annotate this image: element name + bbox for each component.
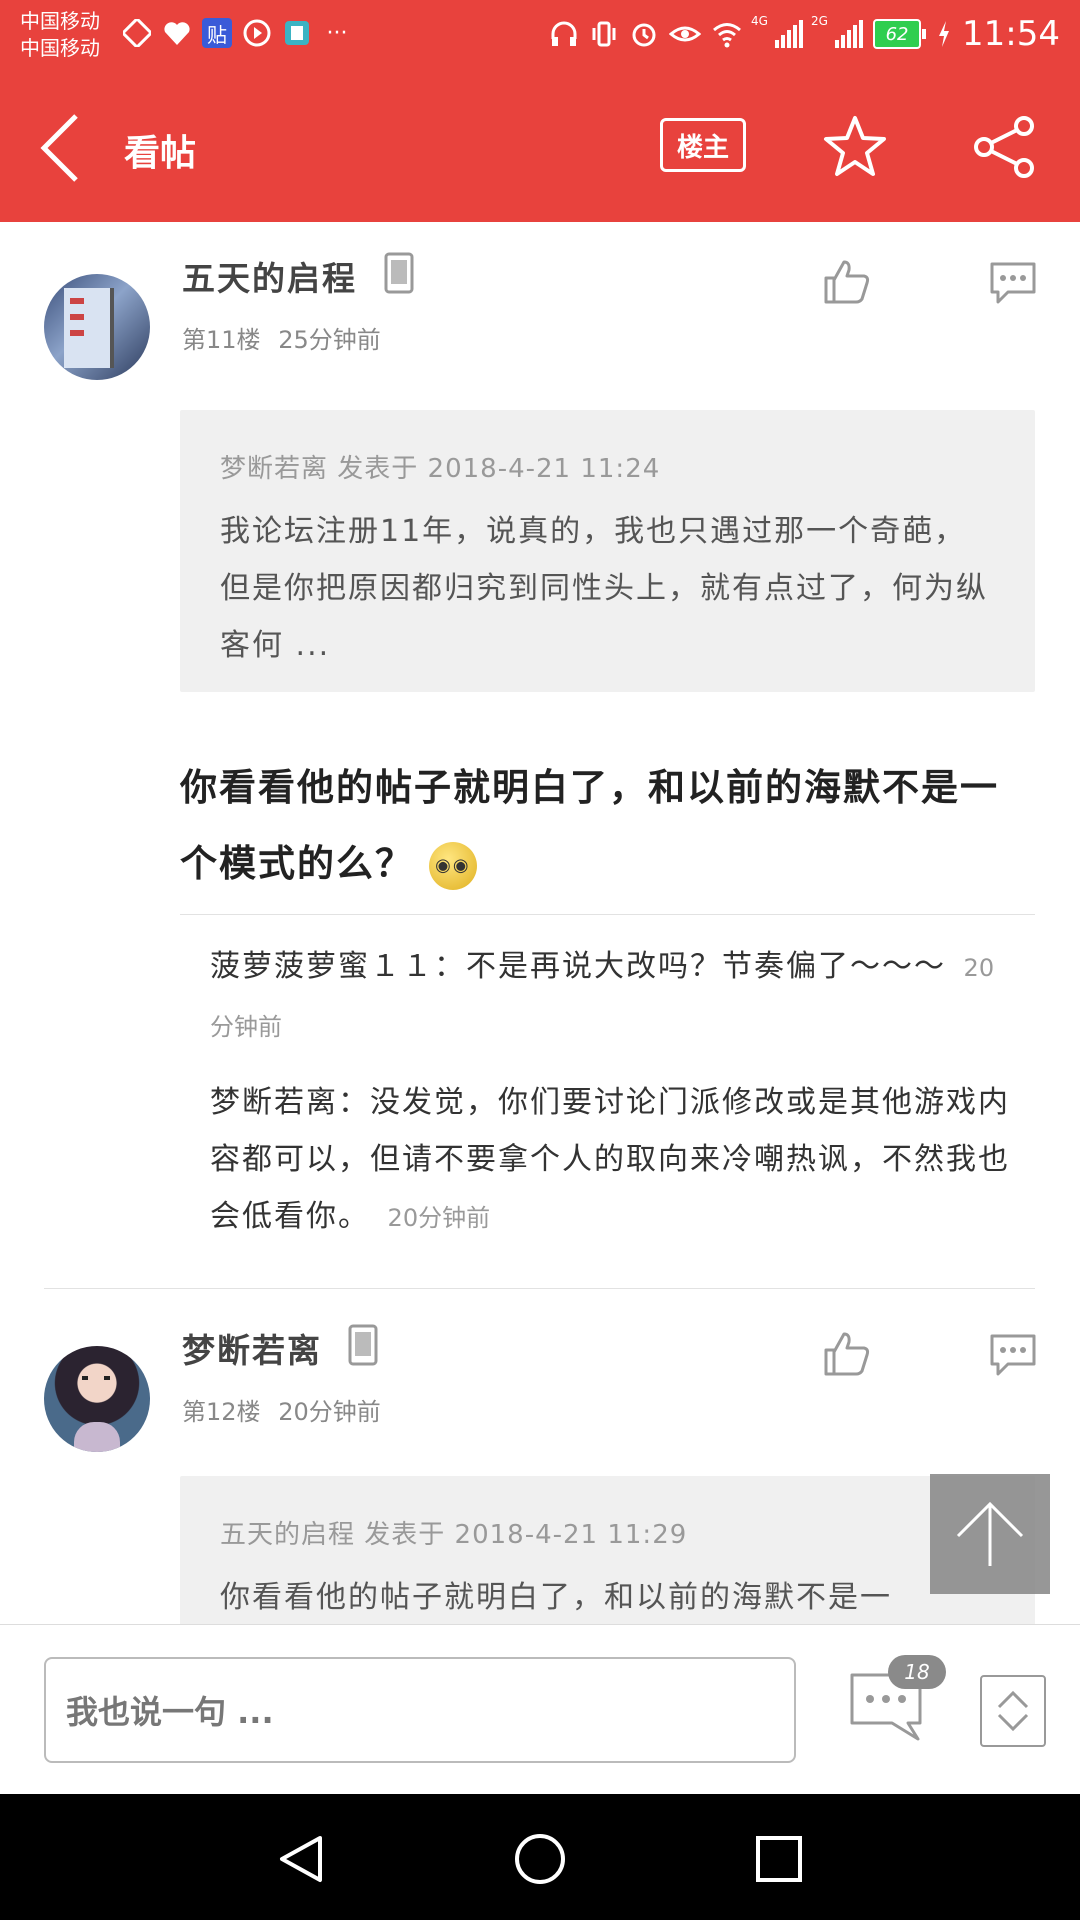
battery-icon: 62 xyxy=(873,19,927,49)
like-button[interactable] xyxy=(822,1330,872,1376)
post-time: 20分钟前 xyxy=(278,1398,381,1426)
more-dots-icon: ··· xyxy=(326,20,348,46)
quoted-post: 梦断若离 发表于 2018-4-21 11:24 我论坛注册11年，说真的，我也… xyxy=(180,410,1035,692)
thumbs-up-icon xyxy=(824,260,870,304)
reply-button[interactable] xyxy=(988,1332,1038,1378)
heart-health-icon xyxy=(162,18,192,48)
charging-icon xyxy=(939,21,950,47)
system-nav-bar xyxy=(0,1794,1080,1920)
author-name[interactable]: 五天的启程 xyxy=(182,252,357,300)
thread-content: 五天的启程 第11楼 25分钟前 梦断若离 发表于 2018-4-21 11:2… xyxy=(0,222,1080,1624)
wifi-icon xyxy=(713,23,741,48)
favorite-button[interactable] xyxy=(822,114,888,180)
mobile-device-icon xyxy=(384,252,414,294)
headphones-icon xyxy=(551,21,577,46)
network-type-2: 2G xyxy=(811,14,828,28)
sub-reply[interactable]: 菠萝菠萝蜜１１：不是再说大改吗？节奏偏了～～～ 20分钟前 xyxy=(210,938,1010,1056)
floor-number: 第12楼 xyxy=(182,1398,261,1426)
dazed-face-emoji-icon: ◉◉ xyxy=(428,841,477,890)
eye-comfort-icon xyxy=(669,26,702,42)
reply-button[interactable] xyxy=(988,260,1038,306)
post-time: 25分钟前 xyxy=(278,326,381,354)
nav-home-button[interactable] xyxy=(513,1832,567,1886)
sub-reply-text: 梦断若离：没发觉，你们要讨论门派修改或是其他游戏内容都可以，但请不要拿个人的取向… xyxy=(210,1085,1010,1234)
app-bar: 看帖 楼主 xyxy=(0,76,1080,222)
circle-home-icon xyxy=(515,1834,565,1884)
signal-2g-icon: 2G xyxy=(811,14,864,48)
status-bar: 中国移动 中国移动 贴 ··· 4G 2G 62 11:54 xyxy=(0,0,1080,76)
battery-level: 62 xyxy=(873,19,922,49)
clock: 11:54 xyxy=(962,14,1060,54)
post-meta: 第12楼 20分钟前 xyxy=(182,1392,381,1427)
nav-recents-button[interactable] xyxy=(752,1832,806,1886)
chevron-left-icon xyxy=(40,114,78,182)
star-icon xyxy=(824,116,886,176)
arrow-up-icon xyxy=(956,1501,1024,1566)
quote-text: 我论坛注册11年，说真的，我也只遇过那一个奇葩，但是你把原因都归究到同性头上，就… xyxy=(220,514,988,663)
reply-input-placeholder: 我也说一句 ... xyxy=(66,1693,274,1731)
sub-reply-list: 菠萝菠萝蜜１１：不是再说大改吗？节奏偏了～～～ 20分钟前 梦断若离：没发觉，你… xyxy=(210,938,1010,1265)
comment-icon xyxy=(990,1334,1036,1376)
post-body: 你看看他的帖子就明白了，和以前的海默不是一个模式的么？ ◉◉ xyxy=(180,750,1020,902)
chevron-up-icon xyxy=(997,1690,1029,1709)
quote-text: 你看看他的帖子就明白了，和以前的海默不是一 xyxy=(220,1580,892,1615)
mobile-device-icon xyxy=(348,1324,378,1366)
avatar[interactable] xyxy=(44,1346,150,1452)
transit-icon xyxy=(122,18,152,48)
floor-navigation-button[interactable] xyxy=(980,1675,1046,1747)
nav-back-button[interactable] xyxy=(274,1832,328,1886)
comment-icon xyxy=(990,262,1036,304)
play-icon xyxy=(242,18,272,48)
signal-4g-icon: 4G xyxy=(751,14,804,48)
vibrate-icon xyxy=(592,21,616,47)
post-body-text: 你看看他的帖子就明白了，和以前的海默不是一个模式的么？ xyxy=(180,766,999,885)
scroll-to-top-button[interactable] xyxy=(930,1474,1050,1594)
quoted-post: 五天的启程 发表于 2018-4-21 11:29 你看看他的帖子就明白了，和以… xyxy=(180,1476,1035,1624)
alarm-icon xyxy=(632,23,656,47)
sub-reply-text: 菠萝菠萝蜜１１：不是再说大改吗？节奏偏了～～～ xyxy=(210,949,946,984)
post-floor-12: 梦断若离 第12楼 20分钟前 五天的启程 发表于 2018-4-21 11:2… xyxy=(0,1290,1080,1624)
back-button[interactable] xyxy=(36,110,86,186)
divider xyxy=(180,914,1035,915)
share-button[interactable] xyxy=(972,114,1038,180)
comment-count-badge: 18 xyxy=(888,1655,946,1689)
chevron-down-icon xyxy=(997,1713,1029,1732)
network-type-1: 4G xyxy=(751,14,768,28)
thumbs-up-icon xyxy=(824,1332,870,1376)
divider xyxy=(44,1288,1035,1289)
op-only-button[interactable]: 楼主 xyxy=(660,118,746,172)
quote-header: 五天的启程 发表于 2018-4-21 11:29 xyxy=(220,1520,688,1550)
system-status: 4G 2G 62 11:54 xyxy=(549,14,1060,54)
square-recents-icon xyxy=(756,1836,802,1882)
notification-icons: 贴 ··· xyxy=(122,18,352,48)
carrier-1: 中国移动 xyxy=(20,9,100,33)
sub-reply-time: 20分钟前 xyxy=(387,1204,491,1232)
post-floor-11: 五天的启程 第11楼 25分钟前 梦断若离 发表于 2018-4-21 11:2… xyxy=(0,222,1080,1290)
author-name[interactable]: 梦断若离 xyxy=(182,1324,322,1372)
carrier-2: 中国移动 xyxy=(20,36,100,60)
sub-reply[interactable]: 梦断若离：没发觉，你们要讨论门派修改或是其他游戏内容都可以，但请不要拿个人的取向… xyxy=(210,1074,1010,1247)
avatar[interactable] xyxy=(44,274,150,380)
triangle-back-icon xyxy=(280,1836,322,1882)
book-icon xyxy=(282,18,312,48)
floor-number: 第11楼 xyxy=(182,326,261,354)
reply-bar: 我也说一句 ... 18 xyxy=(0,1624,1080,1794)
post-meta: 第11楼 25分钟前 xyxy=(182,320,381,355)
reply-input[interactable]: 我也说一句 ... xyxy=(44,1657,796,1763)
share-icon xyxy=(974,116,1034,178)
like-button[interactable] xyxy=(822,258,872,304)
carrier-labels: 中国移动 中国移动 xyxy=(20,8,100,62)
tieba-icon: 贴 xyxy=(202,18,232,48)
quote-header: 梦断若离 发表于 2018-4-21 11:24 xyxy=(220,454,661,484)
page-title: 看帖 xyxy=(124,133,197,174)
